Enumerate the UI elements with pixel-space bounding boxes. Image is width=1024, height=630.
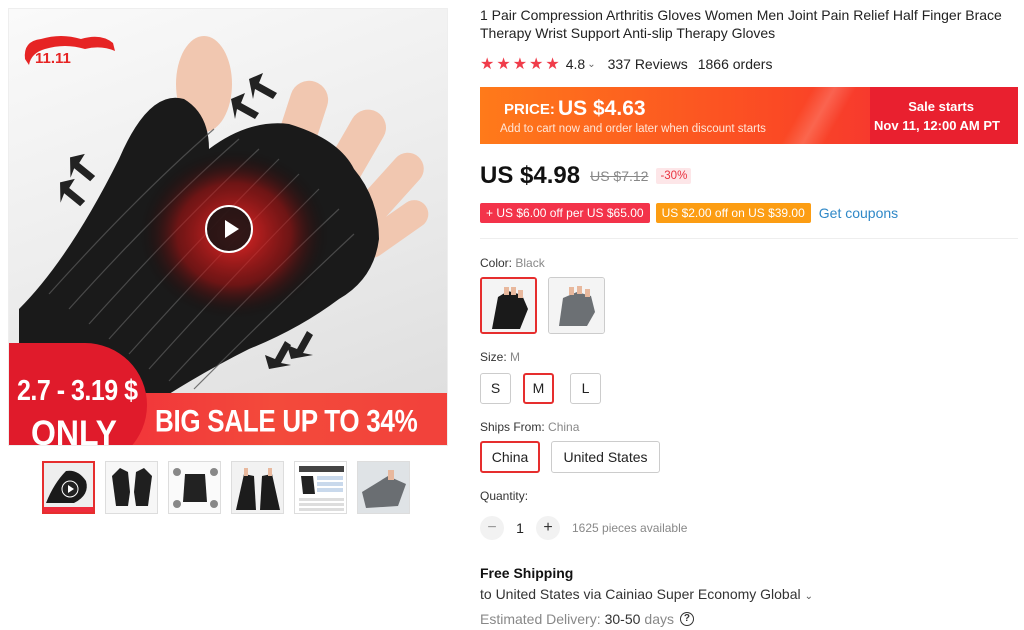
thumbnail-strip (42, 461, 410, 514)
color-swatch-gray[interactable] (548, 277, 605, 334)
divider (480, 238, 1018, 239)
coupon-row: + US $6.00 off per US $65.00 US $2.00 of… (480, 203, 898, 223)
size-label: Size: M (480, 350, 520, 364)
store-coupon[interactable]: + US $6.00 off per US $65.00 (480, 203, 650, 223)
star-icon: ★ (480, 56, 495, 73)
product-title: 1 Pair Compression Arthritis Gloves Wome… (480, 7, 1002, 41)
ships-from-label: Ships From: China (480, 420, 579, 434)
color-swatch-black[interactable] (480, 277, 537, 334)
color-label-text: Color: (480, 256, 513, 270)
current-price: US $4.98 (480, 162, 581, 189)
color-label: Color: Black (480, 256, 545, 270)
plus-icon[interactable]: + (536, 516, 560, 540)
main-product-image[interactable]: 11.11 2.7 - 3.19 $ ONLY BIG SALE UP TO 3… (8, 8, 448, 446)
star-icon: ★ (529, 56, 544, 73)
estimated-delivery-label: Estimated Delivery: (480, 611, 601, 627)
promo-date-text: 2.7 - 3.19 $ (17, 374, 138, 408)
thumbnail-size-chart[interactable] (294, 461, 347, 514)
sale-starts-label: Sale starts (908, 99, 974, 114)
chevron-down-icon[interactable]: ⌄ (805, 591, 813, 602)
sale-panel (870, 87, 1018, 144)
quantity-label: Quantity: (480, 489, 529, 503)
estimated-delivery: Estimated Delivery: 30-50 days ? (480, 611, 694, 627)
quantity-value[interactable]: 1 (504, 520, 536, 536)
question-circle-icon[interactable]: ? (679, 612, 694, 626)
thumbnail-gray-glove[interactable] (357, 461, 410, 514)
rating-value[interactable]: 4.8 (566, 56, 585, 72)
promo-price-label: PRICE: (504, 101, 555, 118)
estimated-delivery-value: 30-50 (604, 611, 641, 627)
size-option-m[interactable]: M (523, 373, 554, 404)
thumbnail-wearing[interactable] (231, 461, 284, 514)
estimated-delivery-unit: days (644, 611, 674, 627)
rating-stars: ★ ★ ★ ★ ★ (480, 54, 560, 74)
original-price: US $7.12 (590, 168, 649, 184)
size-option-l[interactable]: L (570, 373, 601, 404)
ships-from-china[interactable]: China (480, 441, 540, 473)
get-coupons-link[interactable]: Get coupons (819, 205, 898, 221)
quantity-stepper: − 1 + 1625 pieces available (480, 516, 687, 540)
ships-from-value: China (548, 420, 580, 434)
star-icon: ★ (496, 56, 511, 73)
stock-available: 1625 pieces available (572, 521, 688, 535)
price-promo-banner: PRICE: US $4.63 Add to cart now and orde… (480, 87, 1018, 144)
size-label-text: Size: (480, 350, 507, 364)
thumbnail-video[interactable] (42, 461, 95, 514)
free-shipping-title: Free Shipping (480, 565, 574, 581)
star-icon: ★ (512, 56, 528, 73)
star-icon: ★ (545, 56, 560, 73)
svg-text:11.11: 11.11 (35, 50, 71, 67)
size-value: M (510, 350, 521, 364)
discount-badge: -30% (656, 168, 692, 184)
play-video-button[interactable] (205, 205, 253, 253)
double-eleven-badge: 11.11 (24, 36, 115, 67)
orders-count: 1866 orders (697, 56, 773, 72)
thumbnail-features[interactable] (168, 461, 221, 514)
thumbnail-glove-pair[interactable] (105, 461, 158, 514)
price-row: US $4.98 US $7.12 -30% (480, 162, 692, 190)
ships-from-label-text: Ships From: (480, 420, 545, 434)
chevron-down-icon[interactable]: ⌄ (587, 59, 595, 70)
size-option-s[interactable]: S (480, 373, 511, 404)
promo-only-text: ONLY (31, 413, 117, 446)
shipping-method-text: to United States via Cainiao Super Econo… (480, 586, 801, 602)
promo-price-subtitle: Add to cart now and order later when dis… (500, 123, 766, 135)
promo-price-value: US $4.63 (558, 97, 646, 120)
promo-sale-text: BIG SALE UP TO 34% OFF (155, 402, 418, 445)
select-coupon[interactable]: US $2.00 off on US $39.00 (655, 203, 811, 223)
sale-starts-date: Nov 11, 12:00 AM PT (874, 118, 1000, 133)
color-value: Black (515, 256, 545, 270)
minus-icon[interactable]: − (480, 516, 504, 540)
shipping-method[interactable]: to United States via Cainiao Super Econo… (480, 586, 813, 602)
ships-from-united-states[interactable]: United States (551, 441, 660, 473)
rating-row: ★ ★ ★ ★ ★ 4.8 ⌄ 337 Reviews 1866 orders (480, 54, 772, 74)
reviews-link[interactable]: 337 Reviews (608, 56, 688, 72)
